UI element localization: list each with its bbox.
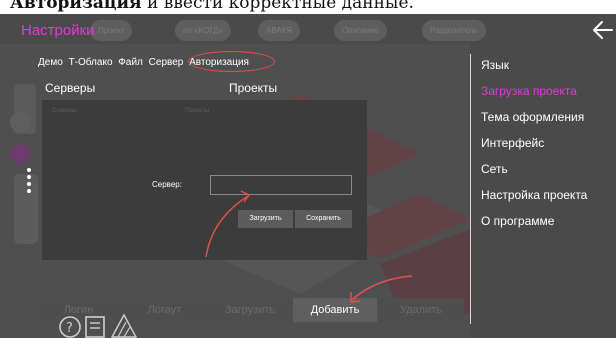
highlight-ellipse (188, 51, 275, 72)
page-title: Настройки (21, 22, 95, 39)
menu-item-file[interactable]: Файл (118, 57, 143, 68)
ghost-tab: по «КОГД» (175, 20, 231, 41)
bottom-toolbar-icons: ? (59, 313, 138, 338)
ghost-tab: Описание (334, 20, 387, 41)
menu-item-t-cloud[interactable]: Т-Облако (69, 57, 113, 68)
ghost-tab: Разделитель (422, 20, 486, 41)
more-vertical-icon[interactable] (23, 166, 36, 206)
svg-text:?: ? (66, 321, 73, 336)
document-caption: Авторизация и ввести корректные данные. (10, 0, 414, 13)
nav-language[interactable]: Язык (481, 58, 509, 72)
nav-project-settings[interactable]: Настройка проекта (481, 188, 587, 202)
add-button[interactable]: Добавить (293, 298, 377, 322)
nav-interface[interactable]: Интерфейс (481, 136, 544, 150)
menu-item-demo[interactable]: Демо (38, 57, 63, 68)
faint-projects-label: Проекты (185, 108, 210, 114)
server-input[interactable] (210, 175, 352, 195)
nav-project-loading[interactable]: Загрузка проекта (481, 84, 577, 98)
document-icon[interactable] (85, 316, 105, 338)
menu-item-server[interactable]: Сервер (149, 57, 184, 68)
document-caption-strip: Авторизация и ввести корректные данные. (0, 0, 616, 14)
nav-theme[interactable]: Тема оформления (481, 110, 584, 124)
ghost-tab: Проект (90, 20, 133, 41)
caption-bold: Авторизация (10, 0, 142, 13)
ghost-tab: АВАКЯ (258, 20, 301, 41)
servers-header: Серверы (45, 81, 96, 95)
back-arrow-icon[interactable] (592, 19, 614, 41)
delete-button[interactable]: Удалить (378, 298, 464, 322)
server-label: Сервер: (152, 180, 182, 189)
save-button[interactable]: Сохранить (295, 210, 352, 228)
server-dialog: Серверы Проекты Сервер: Загрузить Сохран… (42, 100, 367, 260)
load-button[interactable]: Загрузить (238, 210, 293, 228)
layers-icon[interactable] (110, 313, 138, 338)
nav-network[interactable]: Сеть (481, 162, 508, 176)
settings-nav: Язык Загрузка проекта Тема оформления Ин… (470, 54, 616, 324)
faint-servers-label: Серверы (52, 108, 78, 114)
caption-rest: и ввести корректные данные. (141, 0, 414, 13)
app-window: Проект по «КОГД» АВАКЯ Описание Разделит… (0, 14, 616, 338)
projects-header: Проекты (229, 81, 278, 95)
nav-about[interactable]: О программе (481, 214, 554, 228)
load-projects-button[interactable]: Загрузить (208, 298, 292, 322)
help-icon[interactable]: ? (59, 316, 81, 338)
